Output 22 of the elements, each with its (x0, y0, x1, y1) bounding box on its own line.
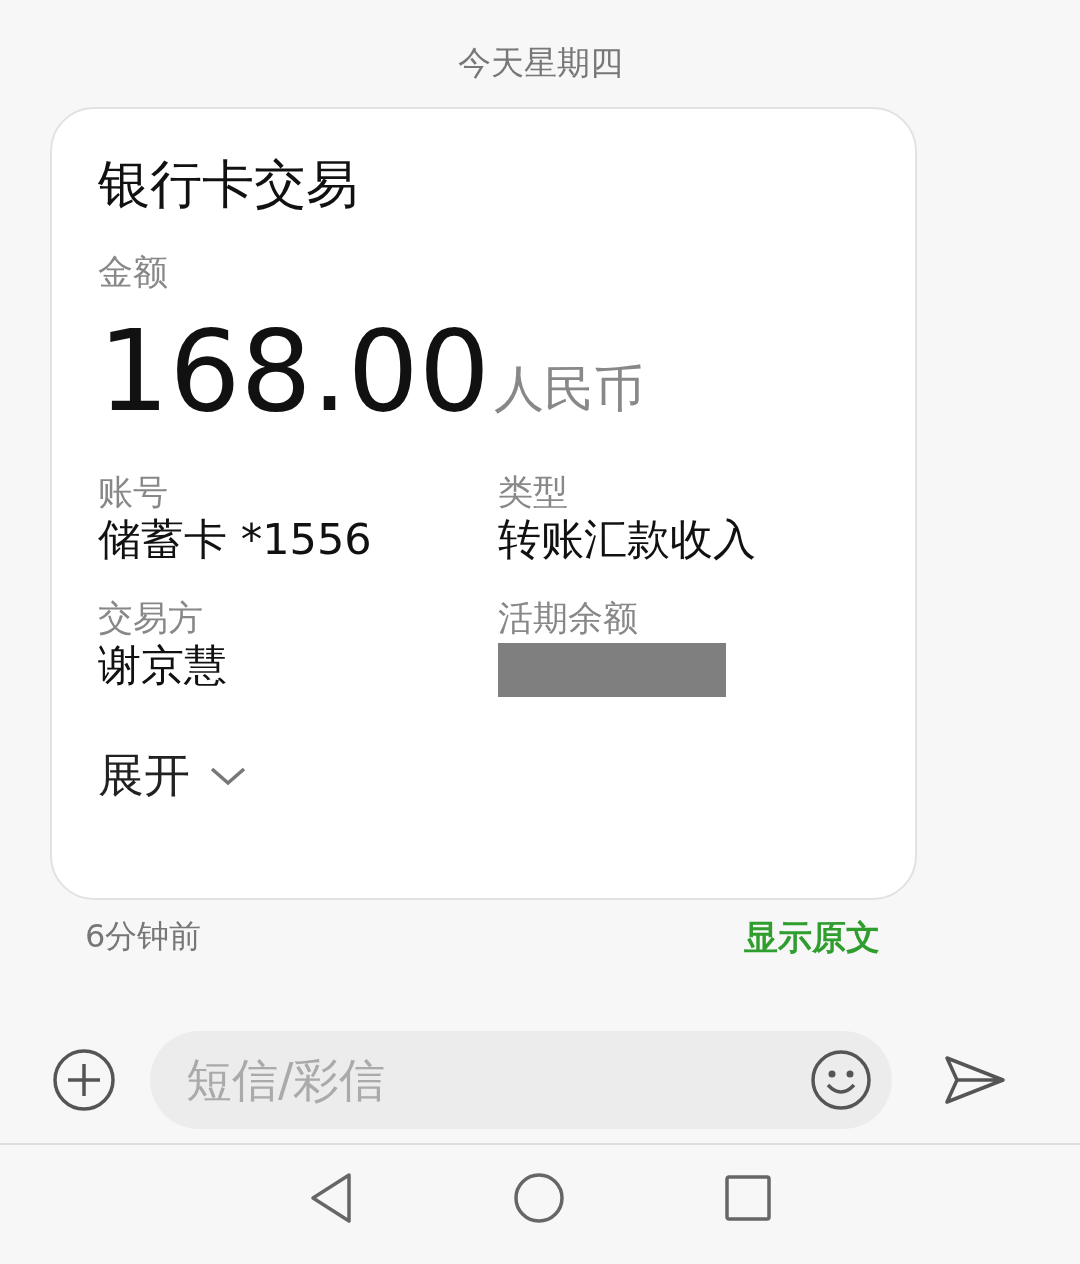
emoji-icon[interactable] (810, 1049, 872, 1111)
send-icon[interactable] (944, 1055, 1006, 1105)
message-field[interactable]: 短信/彩信 (150, 1031, 892, 1129)
field-value: 储蓄卡 *1556 (98, 513, 372, 567)
back-icon[interactable] (309, 1171, 353, 1224)
timestamp: 6分钟前 (85, 916, 202, 957)
card-title: 银行卡交易 (98, 153, 359, 216)
home-icon[interactable] (513, 1171, 565, 1224)
recents-icon[interactable] (725, 1174, 771, 1221)
expand-button[interactable]: 展开 (98, 741, 248, 811)
date-header: 今天星期四 (457, 43, 623, 82)
field-value: 谢京慧 (98, 639, 227, 693)
field-label: 活期余额 (498, 597, 638, 640)
message-input[interactable]: 短信/彩信 (184, 1044, 810, 1116)
field-label: 类型 (498, 471, 568, 514)
amount-value: 168.00 (98, 315, 490, 428)
add-icon[interactable] (52, 1048, 116, 1112)
amount-label: 金额 (98, 252, 168, 293)
currency-label: 人民币 (493, 359, 644, 421)
field-value: 转账汇款收入 (498, 513, 756, 567)
field-label: 账号 (98, 471, 168, 514)
field-label: 交易方 (98, 597, 203, 640)
